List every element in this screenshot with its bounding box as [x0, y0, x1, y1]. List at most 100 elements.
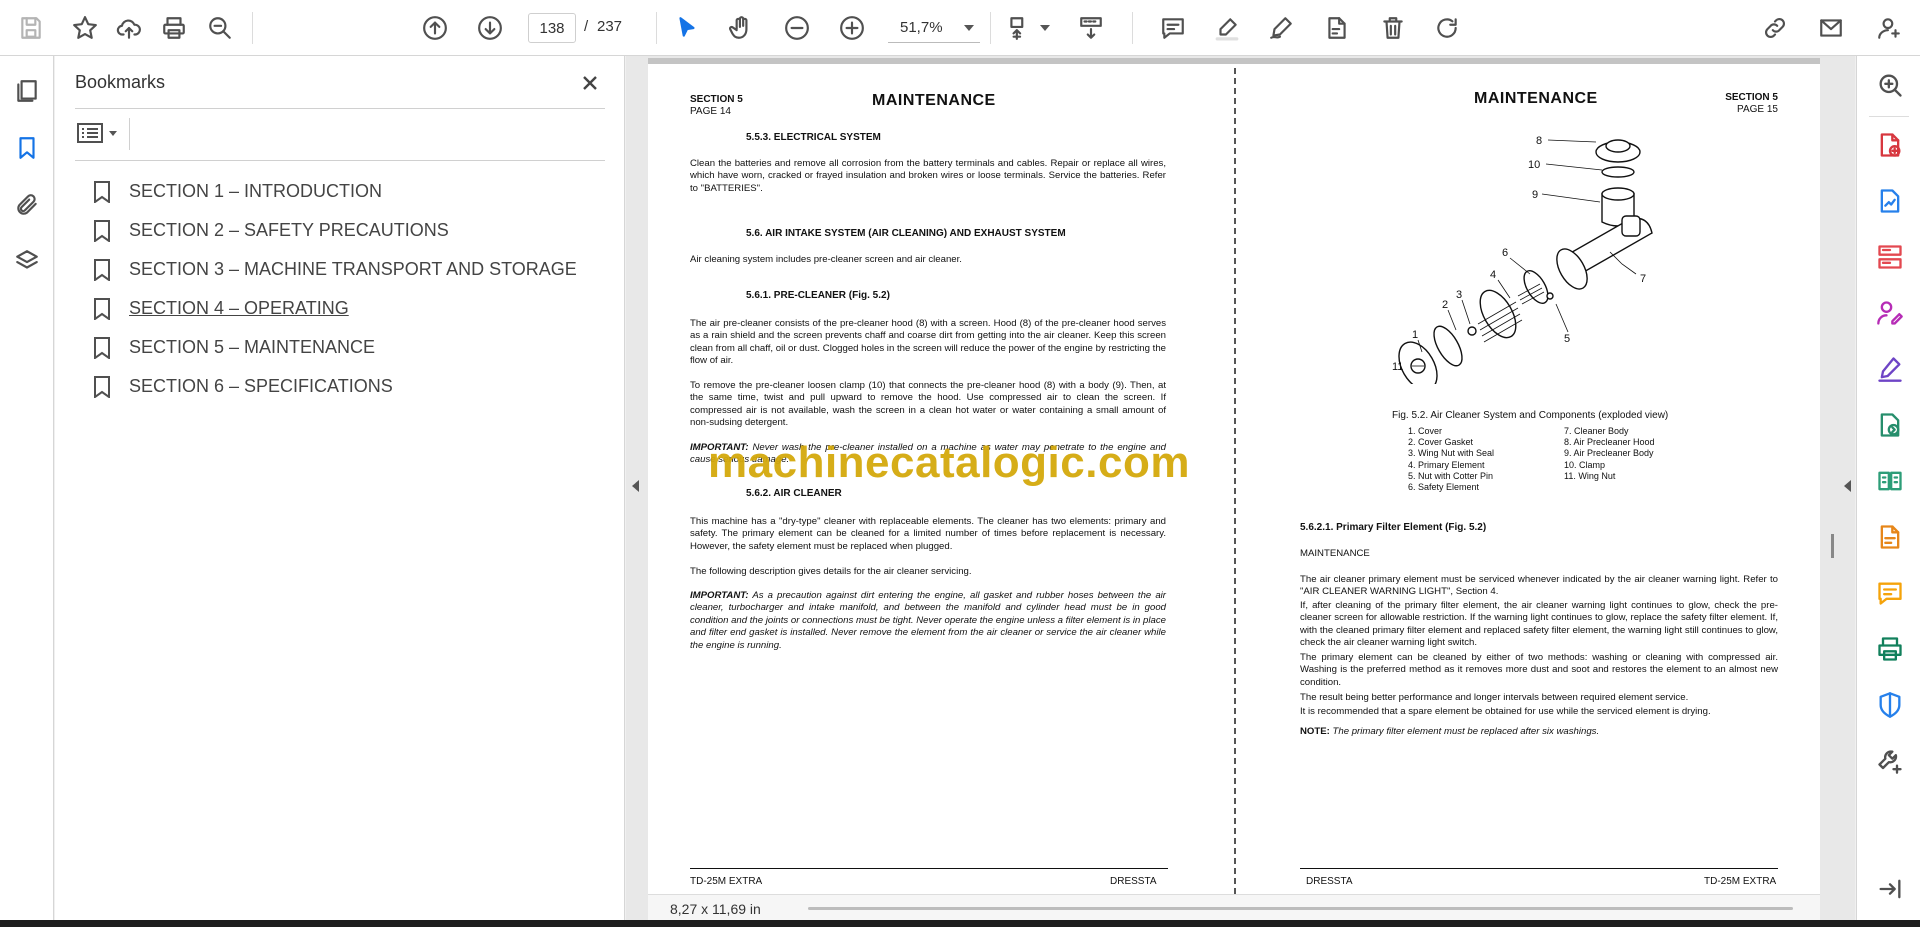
figure-caption: Fig. 5.2. Air Cleaner System and Compone…: [1392, 410, 1669, 421]
zoom-in-icon[interactable]: [837, 13, 867, 43]
paragraph: If, after cleaning of the primary filter…: [1300, 600, 1778, 649]
fit-page-icon[interactable]: [1004, 13, 1034, 43]
important-note-2: IMPORTANT: As a precaution against dirt …: [690, 590, 1166, 652]
select-cursor-icon[interactable]: [672, 13, 702, 43]
send-for-review-icon[interactable]: [1875, 410, 1905, 440]
save-icon[interactable]: [16, 13, 46, 43]
paragraph: The following description gives details …: [690, 566, 972, 577]
paragraph: The air cleaner primary element must be …: [1300, 574, 1778, 598]
upload-cloud-icon[interactable]: [114, 13, 144, 43]
page-label: PAGE 14: [690, 106, 731, 117]
paragraph: This machine has a "dry-type" cleaner wi…: [690, 516, 1166, 552]
bookmark-label: SECTION 3 – MACHINE TRANSPORT AND STORAG…: [129, 259, 577, 279]
attachment-icon[interactable]: [12, 190, 42, 220]
bookmark-label: SECTION 4 – OPERATING: [129, 298, 349, 318]
page-thumbnails-icon[interactable]: [12, 76, 42, 106]
mail-icon[interactable]: [1816, 13, 1846, 43]
draw-pen-icon[interactable]: [1266, 13, 1296, 43]
taskbar-strip: [0, 920, 1920, 927]
bookmark-list: SECTION 1 – INTRODUCTION SECTION 2 – SAF…: [93, 172, 577, 406]
bookmark-label: SECTION 6 – SPECIFICATIONS: [129, 376, 393, 396]
previous-page-icon[interactable]: [420, 13, 450, 43]
vertical-scrollbar-thumb[interactable]: [1831, 534, 1834, 558]
more-tools-icon[interactable]: [1875, 746, 1905, 776]
hand-tool-icon[interactable]: [726, 13, 756, 43]
next-page-icon[interactable]: [475, 13, 505, 43]
expand-right-panel-icon[interactable]: [1844, 480, 1851, 492]
bookmark-item-section-2[interactable]: SECTION 2 – SAFETY PRECAUTIONS: [93, 211, 577, 250]
page-title: MAINTENANCE: [1474, 90, 1598, 107]
star-icon[interactable]: [70, 13, 100, 43]
section-label: SECTION 5: [1725, 92, 1778, 103]
highlight-pen-icon[interactable]: [1212, 13, 1242, 43]
bookmark-panel-icon[interactable]: [12, 133, 42, 163]
chevron-down-icon[interactable]: [1040, 25, 1050, 31]
callout-label: 9: [1532, 189, 1538, 201]
layers-icon[interactable]: [12, 246, 42, 276]
close-panel-button[interactable]: [575, 68, 605, 98]
bookmark-options-button[interactable]: [77, 118, 123, 148]
account-icon[interactable]: [1874, 13, 1904, 43]
bookmark-item-section-1[interactable]: SECTION 1 – INTRODUCTION: [93, 172, 577, 211]
callout-label: 6: [1502, 247, 1508, 259]
compare-files-icon[interactable]: [1875, 466, 1905, 496]
callout-label: 7: [1640, 273, 1646, 285]
zoom-level-select[interactable]: 51,7%: [888, 13, 980, 43]
horizontal-scrollbar[interactable]: [808, 907, 1793, 910]
footer-model: TD-25M EXTRA: [1704, 876, 1777, 887]
bookmark-item-section-4[interactable]: SECTION 4 – OPERATING: [93, 289, 577, 328]
zoom-out-icon[interactable]: [782, 13, 812, 43]
toolbar-divider: [1132, 12, 1133, 44]
bookmark-icon: [93, 297, 111, 321]
chevron-down-icon: [964, 24, 974, 31]
paragraph: The result being better performance and …: [1300, 692, 1689, 703]
callout-label: 8: [1536, 135, 1542, 147]
zoom-search-icon[interactable]: [205, 13, 235, 43]
bookmark-item-section-3[interactable]: SECTION 3 – MACHINE TRANSPORT AND STORAG…: [93, 250, 577, 289]
bookmark-item-section-6[interactable]: SECTION 6 – SPECIFICATIONS: [93, 367, 577, 406]
export-image-icon[interactable]: [1875, 186, 1905, 216]
bookmark-label: SECTION 1 – INTRODUCTION: [129, 181, 383, 201]
clamp-part: [1601, 166, 1635, 178]
page-divider: [1234, 68, 1236, 894]
print-icon[interactable]: [159, 13, 189, 43]
right-tools-rail: [1856, 56, 1920, 920]
bookmark-label: SECTION 2 – SAFETY PRECAUTIONS: [129, 220, 449, 240]
collapse-tools-icon[interactable]: [1875, 874, 1905, 904]
comment-tool-icon[interactable]: [1875, 578, 1905, 608]
panel-title: Bookmarks: [75, 72, 166, 92]
bookmark-item-section-5[interactable]: SECTION 5 – MAINTENANCE: [93, 328, 577, 367]
divider: [129, 118, 130, 150]
section-label: SECTION 5: [690, 94, 743, 105]
safety-element-part: [1523, 270, 1549, 304]
export-pdf-icon[interactable]: [1875, 130, 1905, 160]
fill-sign-icon[interactable]: [1875, 354, 1905, 384]
organize-pages-icon[interactable]: [1875, 242, 1905, 272]
paragraph: The air pre-cleaner consists of the pre-…: [690, 318, 1166, 367]
protect-shield-icon[interactable]: [1875, 690, 1905, 720]
rotate-icon[interactable]: [1432, 13, 1462, 43]
bookmarks-panel: Bookmarks SECTION 1 – INTRODUCTION SECTI…: [55, 56, 637, 920]
delete-icon[interactable]: [1378, 13, 1408, 43]
paragraph: The primary element can be cleaned by ei…: [1300, 652, 1778, 688]
page-spread: SECTION 5 PAGE 14 MAINTENANCE 5.5.3. ELE…: [648, 58, 1820, 894]
page-label: PAGE 15: [1737, 104, 1778, 115]
subheading: MAINTENANCE: [1300, 548, 1370, 559]
share-link-icon[interactable]: [1760, 13, 1790, 43]
print-production-icon[interactable]: [1875, 634, 1905, 664]
request-signatures-icon[interactable]: [1875, 298, 1905, 328]
previous-page-arrow-icon[interactable]: [632, 480, 639, 492]
page-number-input[interactable]: [528, 13, 576, 43]
legend-item: 9. Air Precleaner Body: [1564, 448, 1654, 459]
scan-ocr-icon[interactable]: [1875, 522, 1905, 552]
note-text: The primary filter element must be repla…: [1329, 726, 1600, 737]
paragraph: To remove the pre-cleaner loosen clamp (…: [690, 380, 1166, 429]
document-viewer[interactable]: SECTION 5 PAGE 14 MAINTENANCE 5.5.3. ELE…: [626, 56, 1855, 920]
zoom-tool-icon[interactable]: [1875, 70, 1905, 100]
edit-text-icon[interactable]: [1322, 13, 1352, 43]
comment-icon[interactable]: [1158, 13, 1188, 43]
footer-rule: [1300, 868, 1778, 869]
bookmark-icon: [93, 336, 111, 360]
callout-label: 1: [1412, 329, 1418, 341]
scroll-mode-icon[interactable]: [1076, 13, 1106, 43]
